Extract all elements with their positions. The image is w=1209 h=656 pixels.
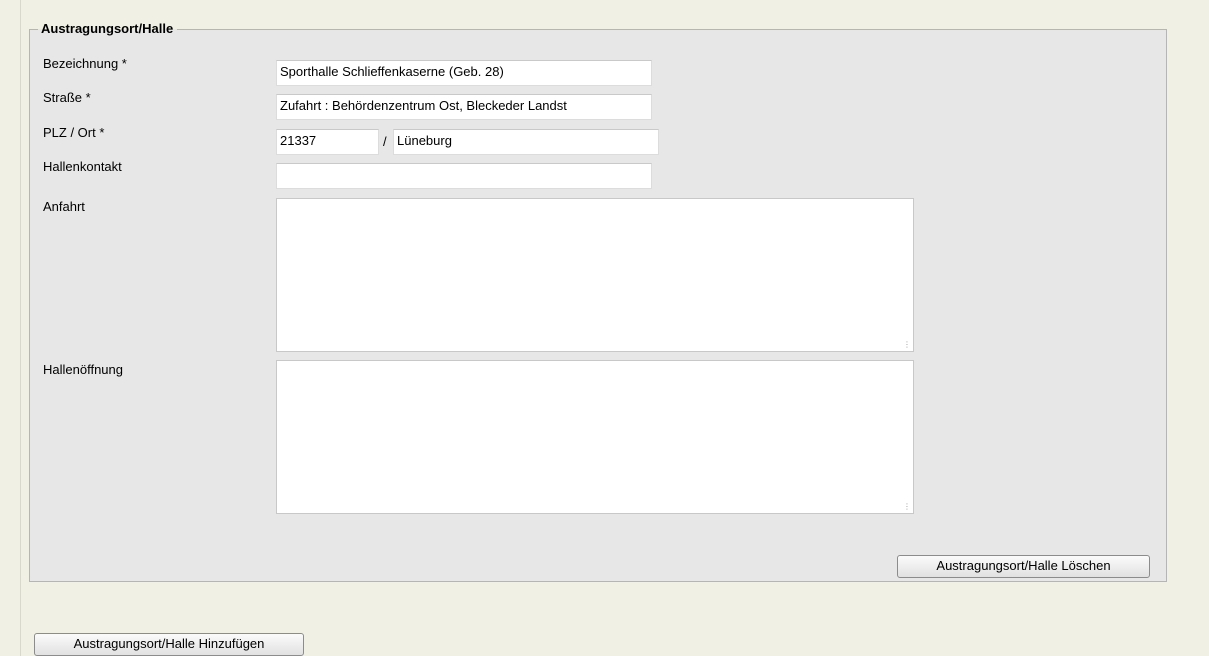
resize-grip-icon[interactable]: ⋮ [903,503,911,511]
bezeichnung-input[interactable]: Sporthalle Schlieffenkaserne (Geb. 28) [276,60,652,86]
hallenoeffnung-textarea[interactable]: ⋮ [276,360,914,514]
anfahrt-label: Anfahrt [43,199,85,214]
hallenkontakt-label: Hallenkontakt [43,159,122,174]
plz-input[interactable]: 21337 [276,129,379,155]
fieldset-legend: Austragungsort/Halle [41,21,174,36]
delete-venue-button[interactable]: Austragungsort/Halle Löschen [897,555,1150,578]
left-border-line [20,0,21,656]
page: Austragungsort/Halle Bezeichnung * Sport… [0,0,1209,656]
plz-ort-separator: / [383,134,387,149]
hallenoeffnung-label: Hallenöffnung [43,362,123,377]
bezeichnung-label: Bezeichnung * [43,56,127,71]
add-venue-button[interactable]: Austragungsort/Halle Hinzufügen [34,633,304,656]
plz-ort-label: PLZ / Ort * [43,125,105,140]
anfahrt-textarea[interactable]: ⋮ [276,198,914,352]
venue-fieldset: Austragungsort/Halle Bezeichnung * Sport… [29,22,1167,582]
strasse-input[interactable]: Zufahrt : Behördenzentrum Ost, Bleckeder… [276,94,652,120]
resize-grip-icon[interactable]: ⋮ [903,341,911,349]
ort-input[interactable]: Lüneburg [393,129,659,155]
hallenkontakt-input[interactable] [276,163,652,189]
strasse-label: Straße * [43,90,91,105]
